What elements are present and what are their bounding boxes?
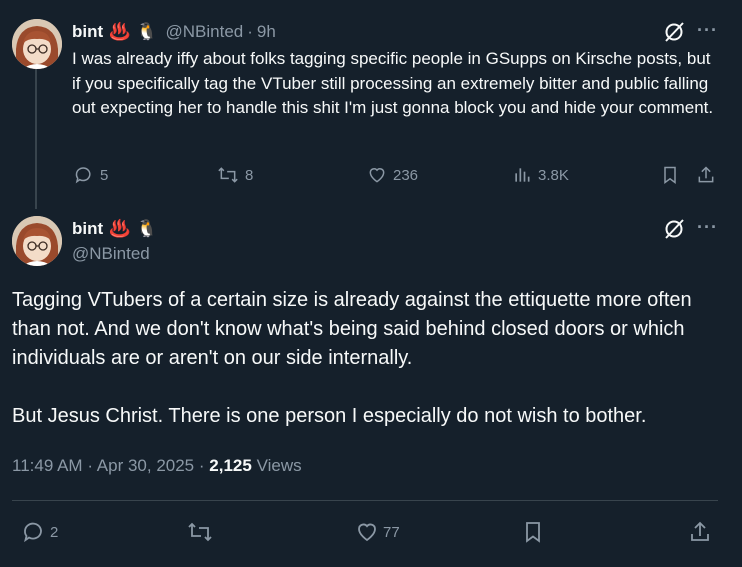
views-label: Views [256,456,302,475]
separator-dot: · [247,22,253,41]
views-count: 3.8K [538,166,569,184]
tweet-actions: 5 8 236 3.8K [72,163,722,187]
views-icon [515,168,530,182]
display-name[interactable]: bint [72,22,103,42]
views-button[interactable]: 3.8K [512,163,569,187]
post-time[interactable]: 11:49 AM [12,456,83,475]
avatar[interactable] [12,19,62,69]
grok-icon[interactable] [663,21,685,43]
tweet-metadata: 11:49 AM · Apr 30, 2025 · 2,125 Views [12,456,302,476]
avatar[interactable] [12,216,62,266]
thread-connector [35,69,37,209]
hot-springs-emoji: ♨️ [109,219,131,238]
repost-button[interactable] [187,518,217,546]
repost-icon [218,167,238,183]
post-date[interactable]: Apr 30, 2025 [97,456,194,475]
repost-count: 8 [245,166,254,184]
bookmark-icon [664,166,676,184]
reply-count: 2 [50,523,59,541]
repost-button[interactable]: 8 [217,163,253,187]
divider [12,500,718,501]
reply-button[interactable]: 5 [74,163,108,187]
like-button[interactable]: 77 [355,518,400,546]
tweet-actions: 2 77 [12,518,718,546]
tweet-text: I was already iffy about folks tagging s… [72,49,714,117]
reply-button[interactable]: 2 [22,518,58,546]
separator-dot: · [198,456,205,475]
bookmark-button[interactable] [660,163,686,187]
more-icon[interactable]: ··· [697,217,718,238]
timestamp[interactable]: 9h [257,22,276,42]
share-icon [698,166,714,183]
tweet-header: bint ♨️ 🐧 [72,217,158,241]
separator-dot: · [87,456,93,475]
like-count: 236 [393,166,419,184]
views-count: 2,125 [209,456,252,475]
tweet-paragraph: Tagging VTubers of a certain size is alr… [12,289,692,369]
penguin-emoji: 🐧 [136,22,158,41]
more-icon[interactable]: ··· [697,20,718,41]
like-icon [358,523,376,542]
grok-icon[interactable] [663,218,685,240]
share-button[interactable] [688,518,716,546]
like-count: 77 [383,523,400,541]
handle[interactable]: @NBinted [166,22,244,42]
tweet-text: Tagging VTubers of a certain size is alr… [12,286,712,431]
hot-springs-emoji: ♨️ [109,22,131,41]
handle[interactable]: @NBinted [72,244,150,264]
share-button[interactable] [696,163,722,187]
reply-count: 5 [100,166,109,184]
bookmark-icon [526,522,540,543]
display-name[interactable]: bint [72,219,103,239]
tweet-header: bint ♨️ 🐧 @NBinted · 9h [72,21,276,43]
repost-icon [188,522,212,542]
reply-icon [24,522,42,543]
like-icon [369,168,385,183]
penguin-emoji: 🐧 [136,219,158,238]
reply-icon [75,167,91,184]
tweet-paragraph: But Jesus Christ. There is one person I … [12,405,647,427]
share-icon [691,521,709,541]
bookmark-button[interactable] [521,518,549,546]
like-button[interactable]: 236 [367,163,418,187]
